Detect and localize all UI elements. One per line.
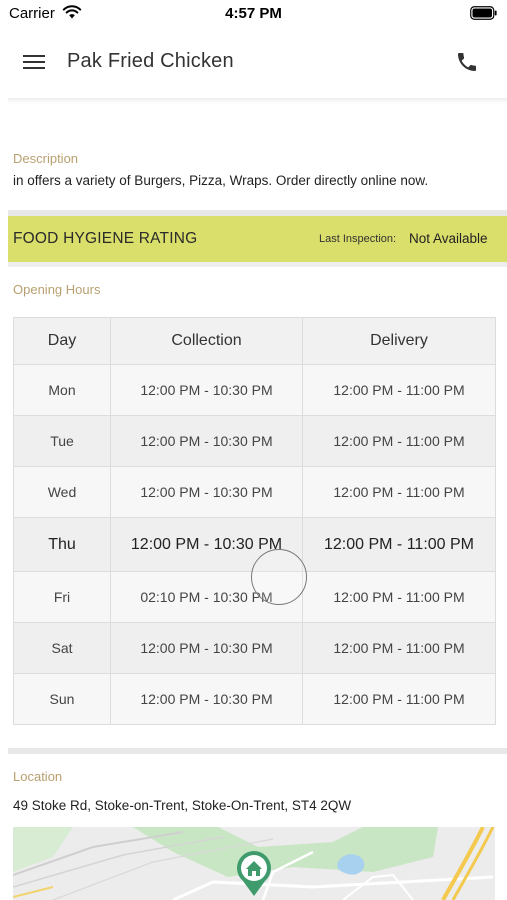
header-shadow [8,98,507,104]
collection-hours-cell: 12:00 PM - 10:30 PM [110,364,303,416]
day-cell: Tue [13,415,111,467]
day-cell: Fri [13,571,111,623]
column-header-delivery: Delivery [302,317,496,365]
location-label: Location [13,769,63,784]
last-inspection-value: Not Available [409,231,488,246]
column-header-day: Day [13,317,111,365]
status-time: 4:57 PM [225,5,282,22]
page-title: Pak Fried Chicken [67,50,234,72]
delivery-hours-cell: 12:00 PM - 11:00 PM [302,364,496,416]
food-hygiene-banner: FOOD HYGIENE RATING Last Inspection: Not… [8,216,507,262]
opening-hours-label: Opening Hours [13,282,101,297]
collection-hours-cell: 12:00 PM - 10:30 PM [110,673,303,725]
app-header: Pak Fried Chicken [0,28,507,98]
collection-hours-cell: 12:00 PM - 10:30 PM [110,415,303,467]
day-cell: Sat [13,622,111,674]
battery-icon [470,6,497,20]
collection-hours-cell: 12:00 PM - 10:30 PM [110,622,303,674]
table-row: Sun 12:00 PM - 10:30 PM 12:00 PM - 11:00… [13,673,496,725]
hamburger-menu-icon[interactable] [22,50,46,74]
table-row: Tue 12:00 PM - 10:30 PM 12:00 PM - 11:00… [13,415,496,467]
touch-indicator [251,549,307,605]
opening-hours-table: Day Collection Delivery Mon 12:00 PM - 1… [13,317,496,725]
day-cell: Sun [13,673,111,725]
delivery-hours-cell: 12:00 PM - 11:00 PM [302,415,496,467]
column-header-collection: Collection [110,317,303,365]
location-map[interactable] [13,827,495,900]
table-header-row: Day Collection Delivery [13,317,496,365]
collection-hours-cell: 12:00 PM - 10:30 PM [110,466,303,518]
description-label: Description [13,151,79,166]
home-map-pin-icon[interactable] [235,849,273,897]
section-divider [8,748,507,754]
location-address: 49 Stoke Rd, Stoke-on-Trent, Stoke-On-Tr… [13,798,352,813]
status-bar: Carrier 4:57 PM [0,0,507,28]
table-row: Wed 12:00 PM - 10:30 PM 12:00 PM - 11:00… [13,466,496,518]
delivery-hours-cell: 12:00 PM - 11:00 PM [302,466,496,518]
section-divider [8,262,507,267]
last-inspection-label: Last Inspection: [319,233,397,245]
description-text: in offers a variety of Burgers, Pizza, W… [13,173,429,188]
food-hygiene-title: FOOD HYGIENE RATING [13,230,198,247]
delivery-hours-cell: 12:00 PM - 11:00 PM [302,673,496,725]
delivery-hours-cell: 12:00 PM - 11:00 PM [302,571,496,623]
delivery-hours-cell: 12:00 PM - 11:00 PM [302,622,496,674]
phone-icon[interactable] [455,50,479,74]
day-cell: Wed [13,466,111,518]
day-cell: Mon [13,364,111,416]
day-cell: Thu [13,517,111,572]
delivery-hours-cell: 12:00 PM - 11:00 PM [302,517,496,572]
table-row: Sat 12:00 PM - 10:30 PM 12:00 PM - 11:00… [13,622,496,674]
table-row: Mon 12:00 PM - 10:30 PM 12:00 PM - 11:00… [13,364,496,416]
